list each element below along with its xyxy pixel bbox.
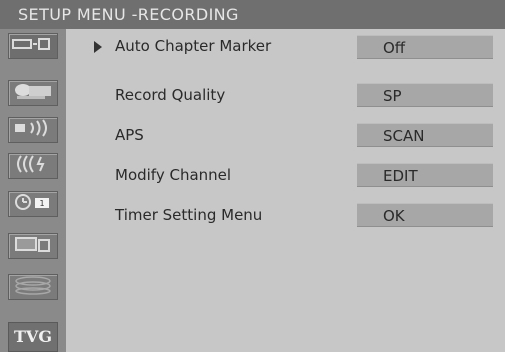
speaker-audio-icon (11, 118, 55, 142)
title-bar: SETUP MENU -RECORDING (0, 0, 505, 29)
menu-item-value-box[interactable]: Off (357, 35, 493, 59)
menu-item-value-box[interactable]: SCAN (357, 123, 493, 147)
menu-item-value-box[interactable]: SP (357, 83, 493, 107)
sidebar-item-audio[interactable] (8, 117, 58, 143)
clock-timer-icon: 1 (11, 192, 55, 216)
svg-text:1: 1 (39, 199, 44, 208)
menu-item-label[interactable]: Auto Chapter Marker (115, 37, 271, 55)
sidebar-item-disc[interactable] (8, 274, 58, 300)
sidebar-item-channel[interactable] (8, 153, 58, 179)
sidebar-item-display[interactable] (8, 233, 58, 259)
menu-item-value: Off (383, 39, 406, 57)
menu-item-label[interactable]: Modify Channel (115, 166, 231, 184)
disc-recording-icon (11, 34, 55, 58)
antenna-channel-icon (11, 154, 55, 178)
selection-pointer-icon (94, 41, 102, 53)
menu-title: SETUP MENU -RECORDING (18, 5, 239, 24)
sidebar-item-recording[interactable] (8, 33, 58, 59)
setup-menu-screen: SETUP MENU -RECORDING 1 TVG Auto Chapter… (0, 0, 505, 352)
menu-item-label[interactable]: Record Quality (115, 86, 225, 104)
menu-item-value-box[interactable]: OK (357, 203, 493, 227)
sidebar-item-timer[interactable]: 1 (8, 191, 58, 217)
menu-item-value-box[interactable]: EDIT (357, 163, 493, 187)
menu-item-value: SP (383, 87, 402, 105)
menu-item-value: EDIT (383, 167, 418, 185)
menu-item-label[interactable]: APS (115, 126, 144, 144)
menu-item-value: OK (383, 207, 405, 225)
disc-stack-icon (11, 275, 55, 299)
menu-item-label[interactable]: Timer Setting Menu (115, 206, 262, 224)
tvg-button[interactable]: TVG (8, 322, 58, 352)
video-camera-icon (11, 81, 55, 105)
tv-display-icon (11, 234, 55, 258)
menu-item-value: SCAN (383, 127, 425, 145)
sidebar-item-video[interactable] (8, 80, 58, 106)
